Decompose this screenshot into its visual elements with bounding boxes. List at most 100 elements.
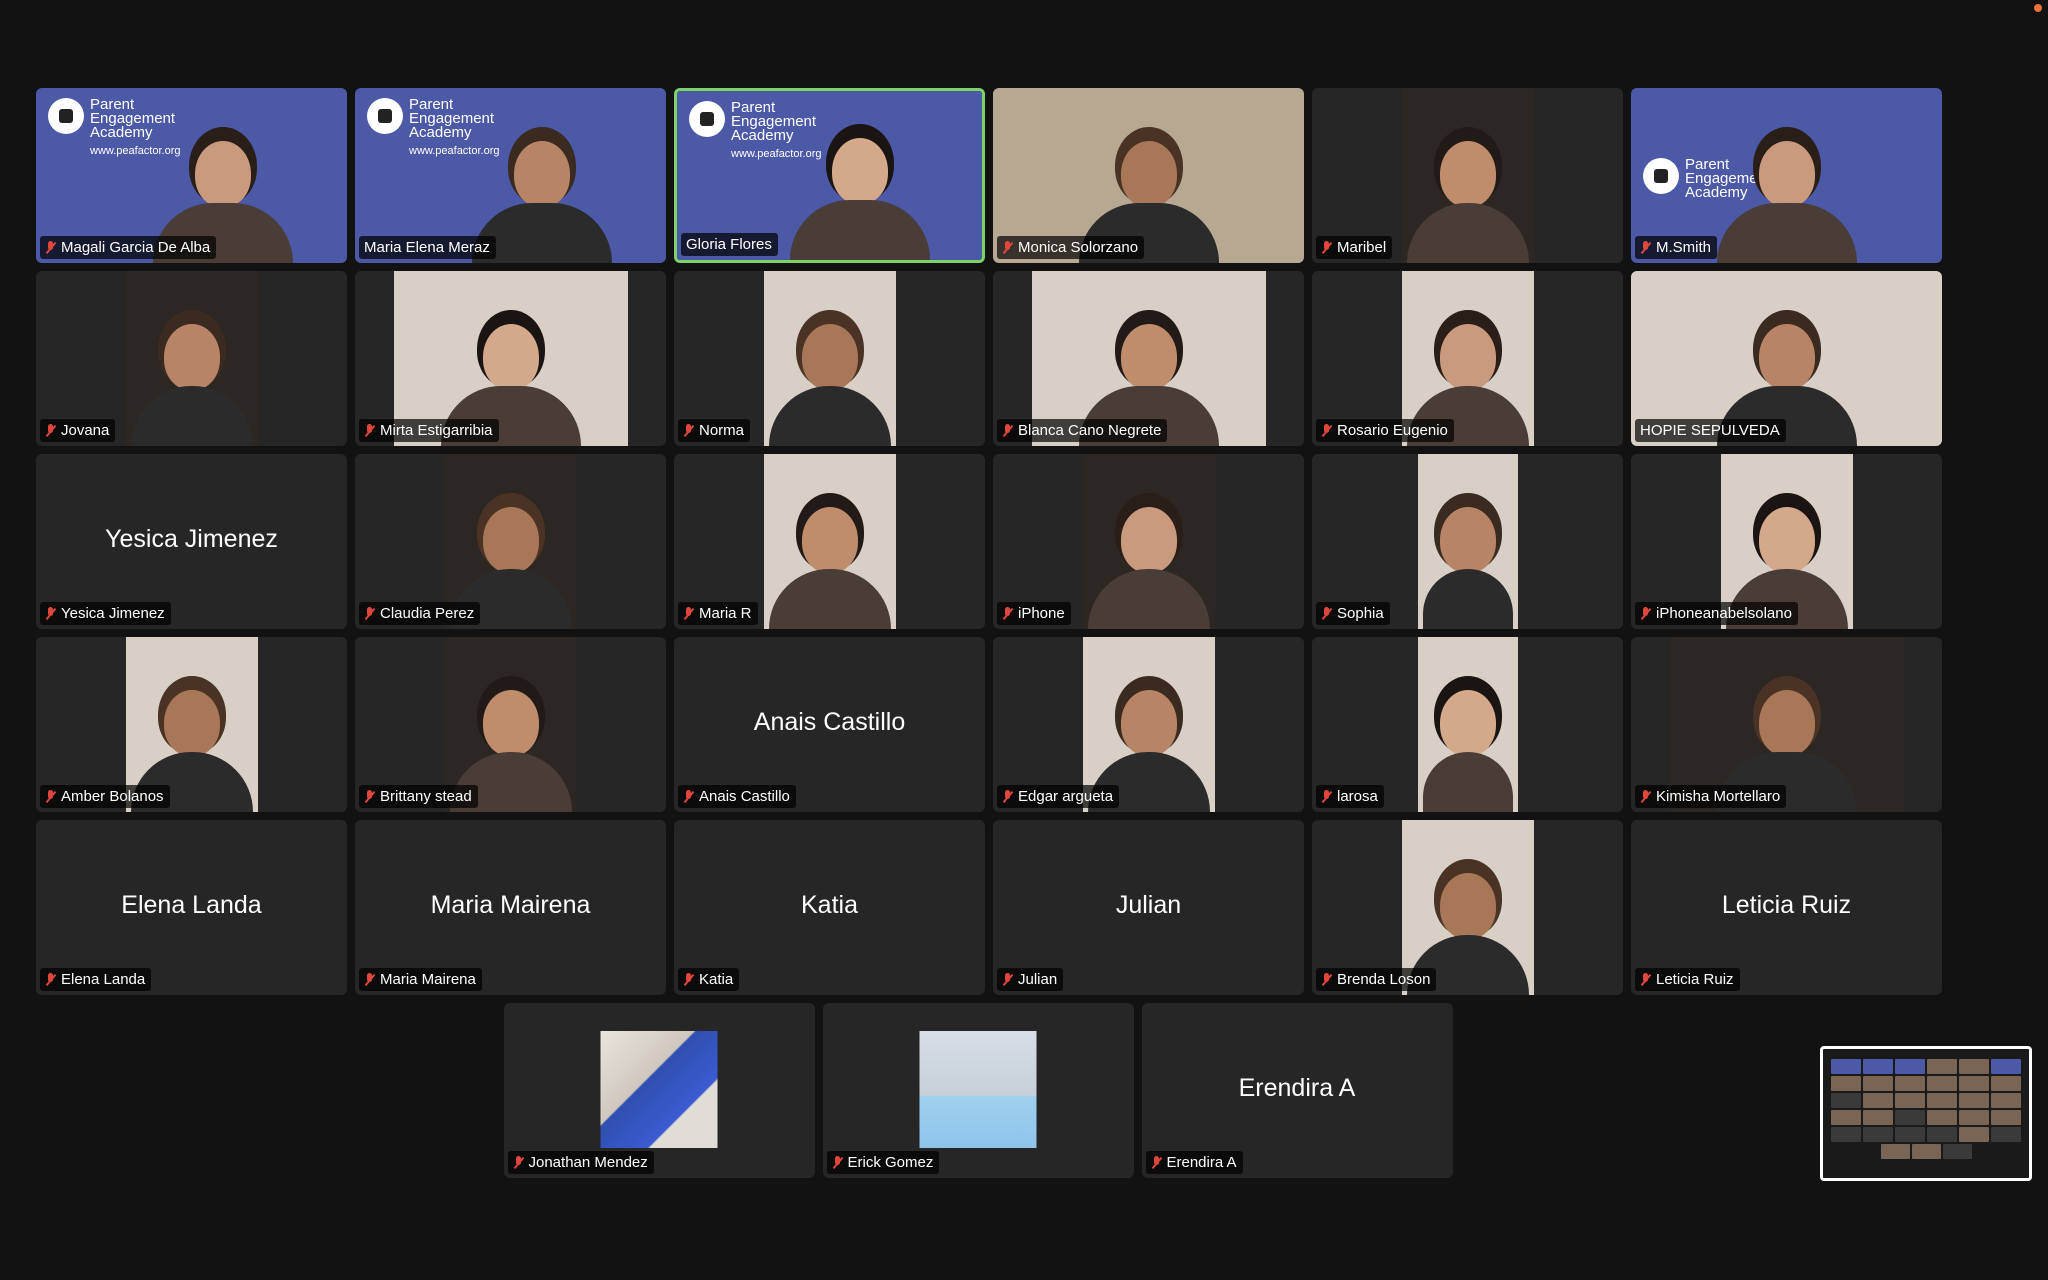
participant-tile[interactable]: Norma [674, 271, 985, 446]
participant-tile[interactable]: Maria Mairena Maria Mairena [355, 820, 666, 995]
participant-tile[interactable]: Parent Engagement Academy www.peafactor.org… [36, 88, 347, 263]
participant-name-label: Jonathan Mendez [507, 1151, 654, 1174]
muted-mic-icon [683, 972, 694, 987]
gallery-thumbnail-navigator[interactable] [1820, 1046, 2032, 1181]
participant-tile[interactable]: Parent Engagement Academy www.peafactor.org… [674, 88, 985, 263]
thumbnail-last-row [1831, 1144, 2021, 1159]
participant-tile[interactable]: larosa [1312, 637, 1623, 812]
participant-name: Blanca Cano Negrete [1018, 422, 1162, 439]
participant-name: Kimisha Mortellaro [1656, 788, 1781, 805]
participant-name: Monica Solorzano [1018, 239, 1139, 256]
participant-name: Mirta Estigarribia [380, 422, 493, 439]
participant-tile[interactable]: HOPIE SEPULVEDA [1631, 271, 1942, 446]
muted-mic-icon [364, 789, 375, 804]
thumbnail-tile [1927, 1076, 1957, 1091]
muted-mic-icon [1321, 789, 1332, 804]
participant-figure [1406, 141, 1529, 263]
participant-name: Julian [1018, 971, 1058, 988]
participant-tile[interactable]: Edgar argueta [993, 637, 1304, 812]
thumbnail-tile [1942, 1144, 1972, 1159]
participant-name: Edgar argueta [1018, 788, 1114, 805]
participant-tile[interactable]: iPhoneanabelsolano [1631, 454, 1942, 629]
participant-tile[interactable]: Katia Katia [674, 820, 985, 995]
participant-name-label: Jovana [40, 419, 116, 442]
participant-tile[interactable]: Yesica Jimenez Yesica Jimenez [36, 454, 347, 629]
muted-mic-icon [364, 606, 375, 621]
participant-name-label: Maria R [678, 602, 758, 625]
muted-mic-icon [832, 1155, 843, 1170]
participant-tile[interactable]: Mirta Estigarribia [355, 271, 666, 446]
participant-name-label: Brenda Loson [1316, 968, 1437, 991]
participant-tile[interactable]: Parent Engagement Academy www.peafactor.org… [355, 88, 666, 263]
participant-name: Leticia Ruiz [1656, 971, 1734, 988]
participant-tile[interactable]: iPhone [993, 454, 1304, 629]
participant-tile[interactable]: Leticia Ruiz Leticia Ruiz [1631, 820, 1942, 995]
participant-tile[interactable]: Elena Landa Elena Landa [36, 820, 347, 995]
participant-tile[interactable]: Erick Gomez [822, 1003, 1134, 1178]
participant-name: Katia [699, 971, 734, 988]
pea-logo-line: Academy [90, 124, 153, 141]
participant-video [1082, 454, 1215, 629]
participant-name-label: Erendira A [1145, 1151, 1243, 1174]
participant-name: Maribel [1337, 239, 1387, 256]
participant-tile[interactable]: Julian Julian [993, 820, 1304, 995]
recording-indicator [2034, 4, 2042, 12]
participant-tile[interactable]: Brenda Loson [1312, 820, 1623, 995]
participant-tile[interactable]: Brittany stead [355, 637, 666, 812]
participant-tile[interactable]: Maria R [674, 454, 985, 629]
thumbnail-tile [1959, 1093, 1989, 1108]
participant-tile[interactable]: Kimisha Mortellaro [1631, 637, 1942, 812]
participant-figure [1716, 141, 1857, 263]
participant-name: Norma [699, 422, 745, 439]
participant-tile[interactable]: Maribel [1312, 88, 1623, 263]
participant-name: Rosario Eugenio [1337, 422, 1448, 439]
participant-name: Brenda Loson [1337, 971, 1431, 988]
thumbnail-tile [1959, 1127, 1989, 1142]
participant-name-label: Maria Elena Meraz [359, 236, 496, 259]
participant-name-label: Monica Solorzano [997, 236, 1145, 259]
thumbnail-tile [1895, 1110, 1925, 1125]
participant-figure [768, 324, 891, 446]
participant-tile[interactable]: Anais Castillo Anais Castillo [674, 637, 985, 812]
participant-avatar [600, 1031, 718, 1148]
participant-display-name: Yesica Jimenez [105, 524, 278, 553]
participant-tile[interactable]: Sophia [1312, 454, 1623, 629]
participant-name: Gloria Flores [686, 236, 772, 253]
participant-name-label: larosa [1316, 785, 1384, 808]
participant-name: Jovana [61, 422, 110, 439]
participant-name-label: Maribel [1316, 236, 1393, 259]
participant-name-label: Sophia [1316, 602, 1390, 625]
participant-tile[interactable]: Blanca Cano Negrete [993, 271, 1304, 446]
participant-tile[interactable]: Parent Engagement Academy M.Smith [1631, 88, 1942, 263]
thumbnail-tile [1831, 1076, 1861, 1091]
participant-tile[interactable]: Amber Bolanos [36, 637, 347, 812]
soccer-ball-icon [367, 98, 403, 134]
thumbnail-tile [1927, 1093, 1957, 1108]
participant-name: HOPIE SEPULVEDA [1640, 422, 1780, 439]
participant-name-label: Erick Gomez [826, 1151, 940, 1174]
participant-display-name: Erendira A [1238, 1073, 1356, 1102]
muted-mic-icon [1002, 789, 1013, 804]
soccer-ball-icon [689, 101, 725, 137]
gallery-row: Yesica Jimenez Yesica Jimenez Claudia Pere… [36, 454, 1944, 629]
participant-name-label: Elena Landa [40, 968, 152, 991]
gallery-row: Amber Bolanos Brittany stead Anais Castill… [36, 637, 1944, 812]
thumbnail-tile [1895, 1076, 1925, 1091]
participant-display-name: Julian [1115, 890, 1182, 919]
participant-tile[interactable]: Jonathan Mendez [503, 1003, 815, 1178]
participant-tile[interactable]: Claudia Perez [355, 454, 666, 629]
thumbnail-tile [1911, 1144, 1941, 1159]
thumbnail-tile [1959, 1059, 1989, 1074]
participant-tile[interactable]: Rosario Eugenio [1312, 271, 1623, 446]
muted-mic-icon [1321, 423, 1332, 438]
thumbnail-tile [1991, 1127, 2021, 1142]
participant-tile[interactable]: Monica Solorzano [993, 88, 1304, 263]
muted-mic-icon [45, 789, 56, 804]
participant-tile[interactable]: Jovana [36, 271, 347, 446]
participant-name: Maria Elena Meraz [364, 239, 490, 256]
participant-name-label: Maria Mairena [359, 968, 482, 991]
participant-tile[interactable]: Erendira A Erendira A [1141, 1003, 1453, 1178]
thumbnail-tile [1863, 1110, 1893, 1125]
thumbnail-tile [1863, 1093, 1893, 1108]
muted-mic-icon [45, 606, 56, 621]
